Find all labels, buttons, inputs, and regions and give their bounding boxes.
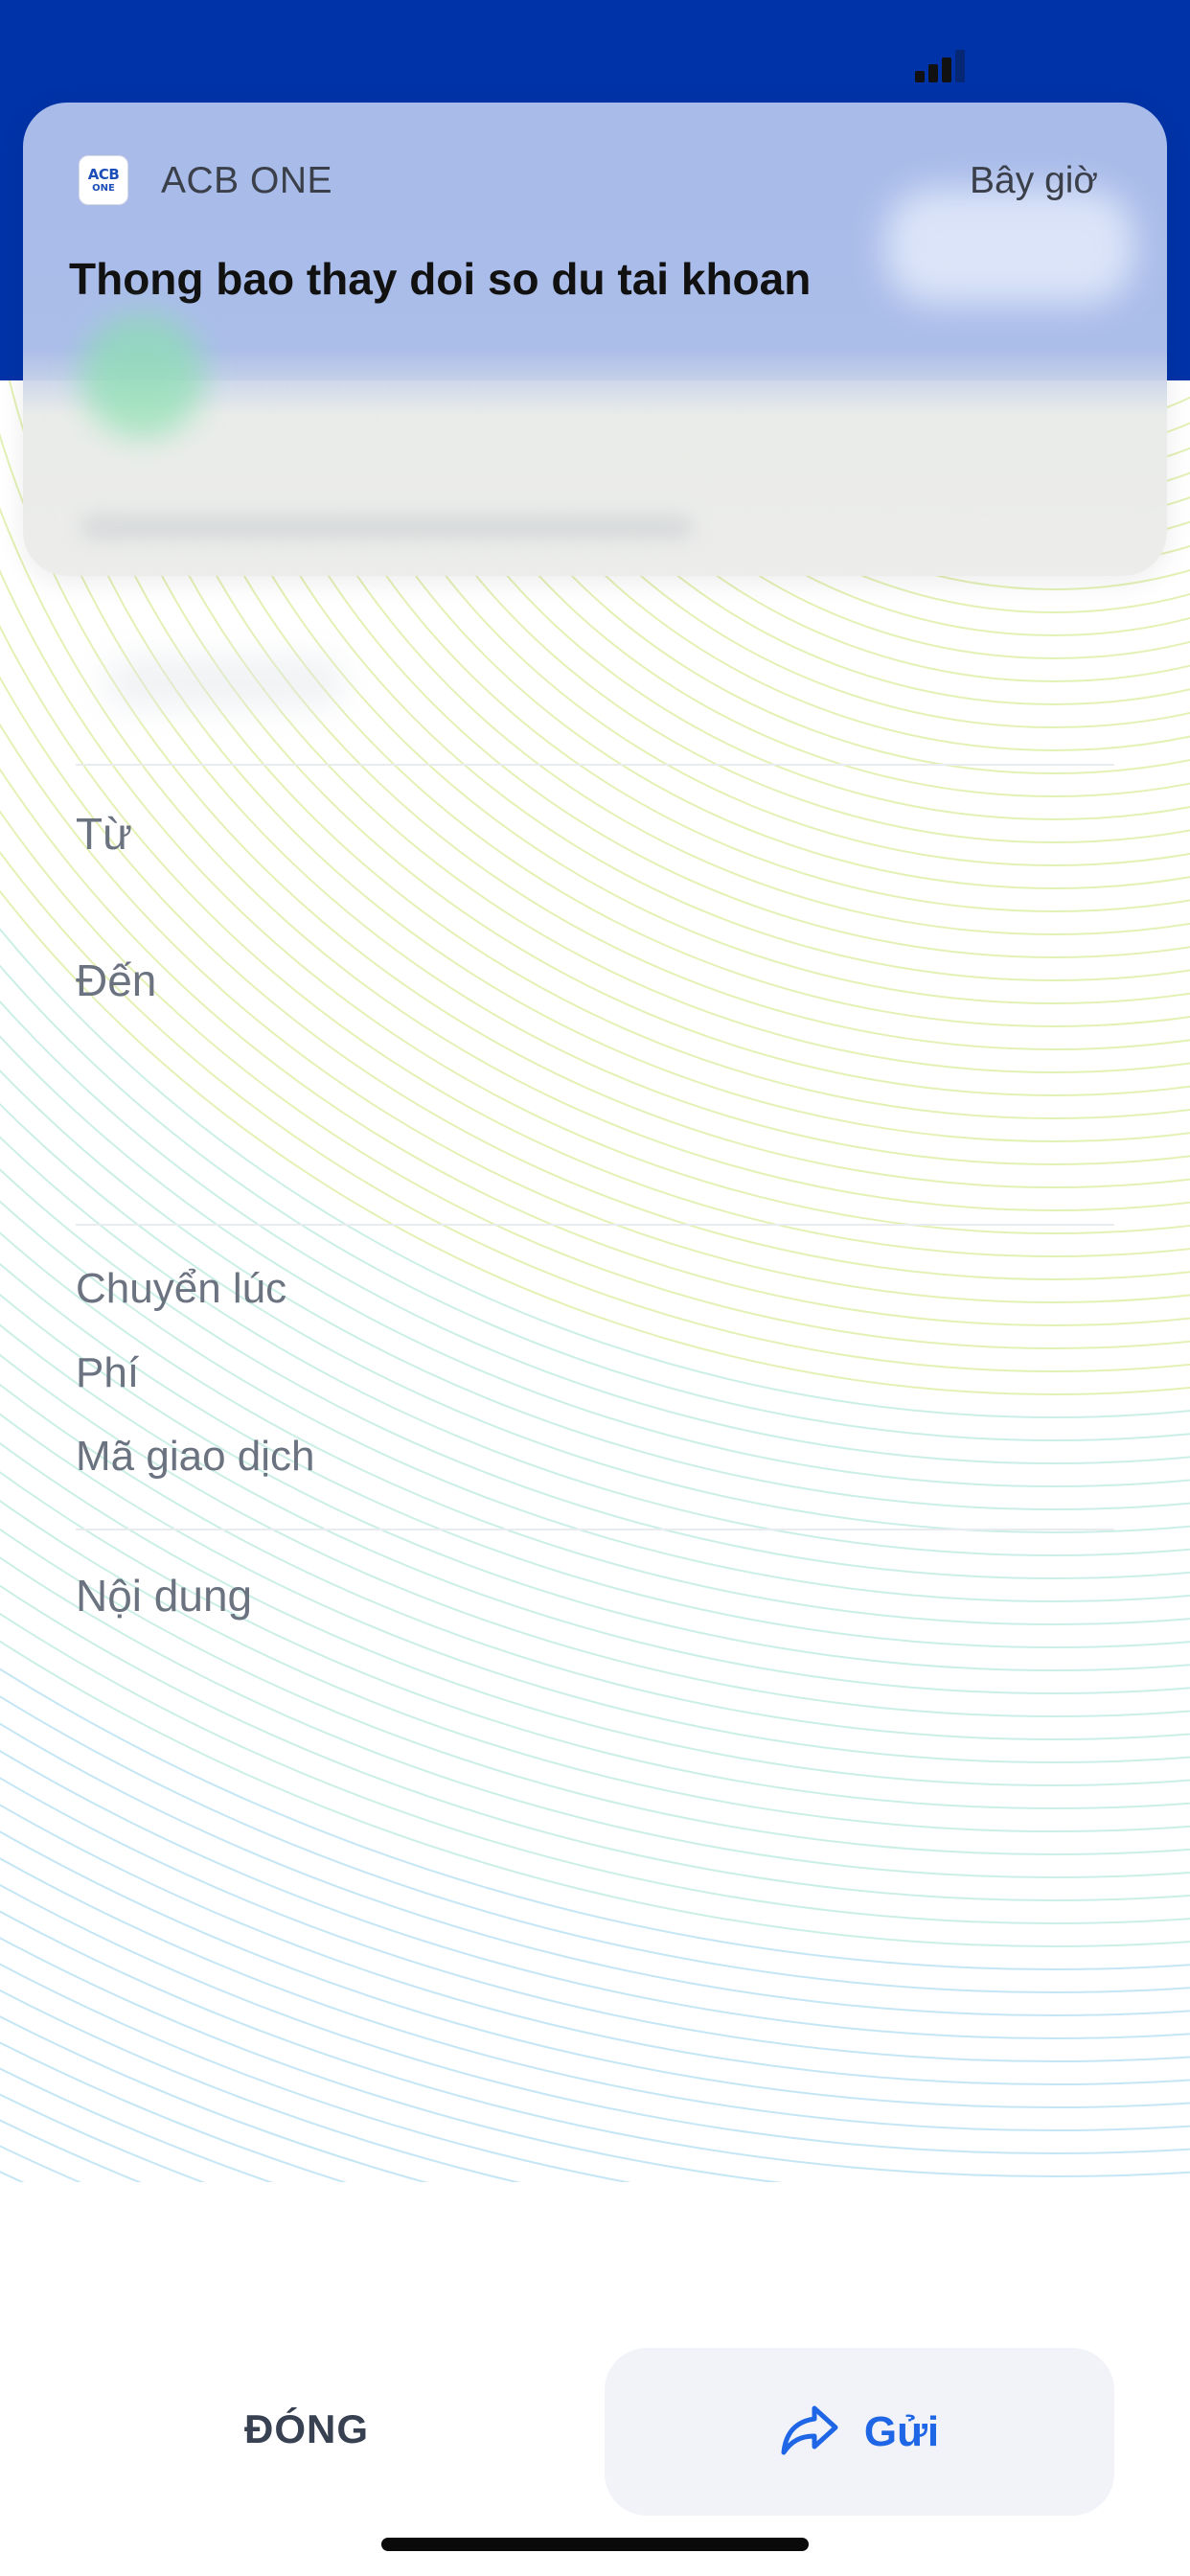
send-button-label: Gửi (863, 2407, 940, 2455)
close-button[interactable]: ĐÓNG (115, 2348, 498, 2511)
notification-time: Bây giờ (970, 160, 1098, 201)
blurred-amount (105, 658, 345, 706)
blurred-avatar (80, 313, 205, 438)
notification-title: Thong bao thay doi so du tai khoan (69, 254, 812, 304)
fee-label: Phí (76, 1349, 140, 1396)
home-indicator (381, 2538, 809, 2551)
divider (76, 764, 1114, 766)
transfer-time-label: Chuyển lúc (76, 1265, 287, 1312)
divider (76, 1529, 1114, 1530)
blurred-text (80, 515, 694, 540)
share-arrow-icon (780, 2403, 839, 2461)
pattern-line (0, 1323, 1190, 1694)
acb-app-icon: ACB ONE (79, 155, 128, 205)
divider (76, 1224, 1114, 1226)
blurred-fragment (885, 189, 1134, 304)
content-label: Nội dung (76, 1571, 253, 1621)
transaction-code-label: Mã giao dịch (76, 1433, 315, 1480)
to-label: Đến (76, 955, 157, 1005)
close-button-label: ĐÓNG (244, 2406, 369, 2451)
from-label: Từ (76, 809, 132, 859)
pattern-line (0, 1667, 1190, 1970)
send-button[interactable]: Gửi (605, 2348, 1114, 2516)
pattern-line (0, 1829, 1190, 2108)
cellular-signal-icon (915, 50, 971, 82)
notification-banner[interactable]: ACB ONE ACB ONE Bây giờ Thong bao thay d… (23, 103, 1167, 576)
pattern-line (0, 1383, 1190, 1740)
notification-app-name: ACB ONE (161, 160, 333, 201)
pattern-line (0, 1776, 1190, 2062)
